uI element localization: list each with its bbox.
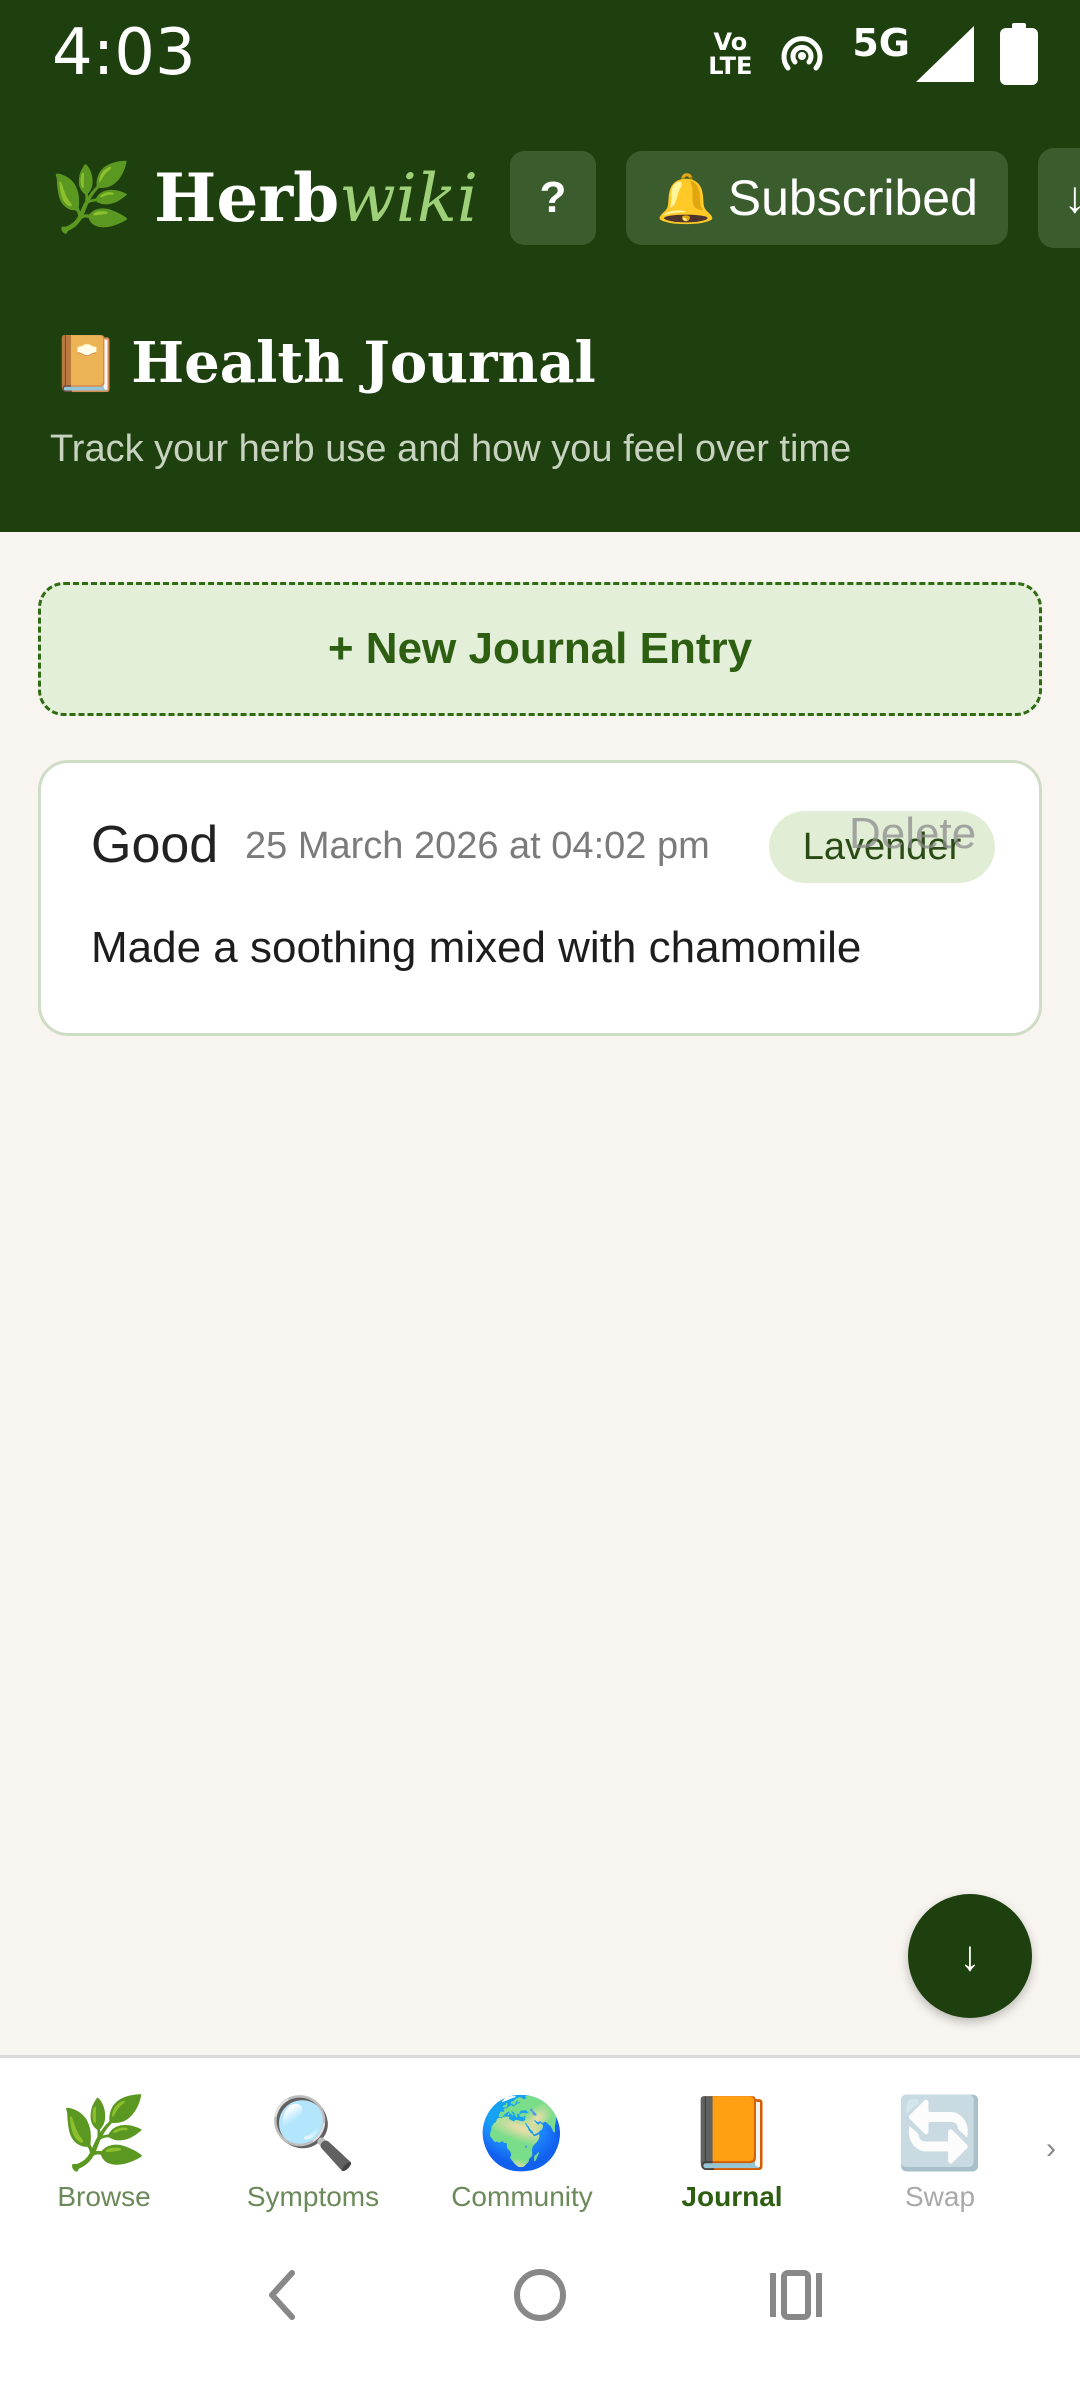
magnifier-icon: 🔍 [269, 2094, 357, 2172]
nav-label: Swap [904, 2181, 976, 2212]
home-icon[interactable] [510, 2265, 570, 2325]
page-title-text: Health Journal [131, 330, 596, 396]
nav-symptoms[interactable]: 🔍 Symptoms [213, 2093, 413, 2213]
hotspot-icon [781, 36, 823, 71]
nav-more-chevron-icon[interactable]: › [1046, 2132, 1056, 2166]
herb-logo-icon: 🌿 [50, 160, 133, 234]
signal-icon [916, 26, 974, 82]
volte-icon: Vo LTE [708, 28, 753, 80]
status-time: 4:03 [52, 16, 196, 90]
app-header: 4:03 Vo LTE 5G 🌿 Herbwiki ? 🔔 Subscribed… [0, 0, 1080, 532]
nav-label: Browse [57, 2181, 151, 2212]
app-logo[interactable]: Herbwiki [154, 159, 478, 237]
page-subtitle: Track your herb use and how you feel ove… [50, 428, 852, 470]
entry-mood: Good [91, 816, 219, 874]
subscribed-label: Subscribed [727, 170, 978, 226]
bell-icon: 🔔 [655, 172, 716, 226]
logo-accent-text: wiki [339, 160, 478, 237]
journal-book-icon: 📔 [52, 331, 120, 395]
entry-note: Made a soothing mixed with chamomile [91, 923, 862, 972]
battery-icon [1000, 23, 1038, 85]
herb-icon: 🌿 [60, 2094, 148, 2172]
globe-icon: 🌍 [478, 2094, 566, 2172]
nav-swap[interactable]: 🔄 Swap [840, 2093, 1040, 2213]
recents-icon[interactable] [766, 2265, 826, 2325]
network-type: 5G [852, 21, 910, 65]
swap-icon: 🔄 [896, 2094, 984, 2172]
nav-label: Journal [681, 2181, 783, 2212]
new-journal-entry-button[interactable]: + New Journal Entry [38, 582, 1042, 716]
entry-date: 25 March 2026 at 04:02 pm [245, 825, 710, 867]
scroll-down-fab[interactable]: ↓ [908, 1894, 1032, 2018]
logo-main-text: Herb [154, 159, 340, 237]
status-icons: Vo LTE 5G [708, 18, 1038, 90]
download-button[interactable]: ↓ [1037, 148, 1080, 248]
app-topbar: 🌿 Herbwiki ? 🔔 Subscribed ↓ [50, 148, 1080, 248]
journal-icon: 📙 [688, 2094, 776, 2172]
subscribed-button[interactable]: 🔔 Subscribed [625, 151, 1008, 245]
nav-label: Symptoms [246, 2181, 380, 2212]
nav-browse[interactable]: 🌿 Browse [4, 2093, 204, 2213]
system-nav-bar [0, 2225, 1080, 2400]
bottom-nav: 🌿 Browse 🔍 Symptoms 🌍 Community 📙 Journa… [0, 2055, 1080, 2225]
page-title: 📔 Health Journal [52, 330, 596, 396]
nav-journal[interactable]: 📙 Journal [632, 2093, 832, 2213]
nav-community[interactable]: 🌍 Community [422, 2093, 622, 2213]
help-button[interactable]: ? [509, 151, 596, 245]
delete-entry-button[interactable]: Delete [849, 809, 976, 859]
back-icon[interactable] [262, 2265, 302, 2325]
nav-label: Community [451, 2181, 593, 2212]
journal-entry-card[interactable]: Good 25 March 2026 at 04:02 pm Lavender … [38, 760, 1042, 1036]
